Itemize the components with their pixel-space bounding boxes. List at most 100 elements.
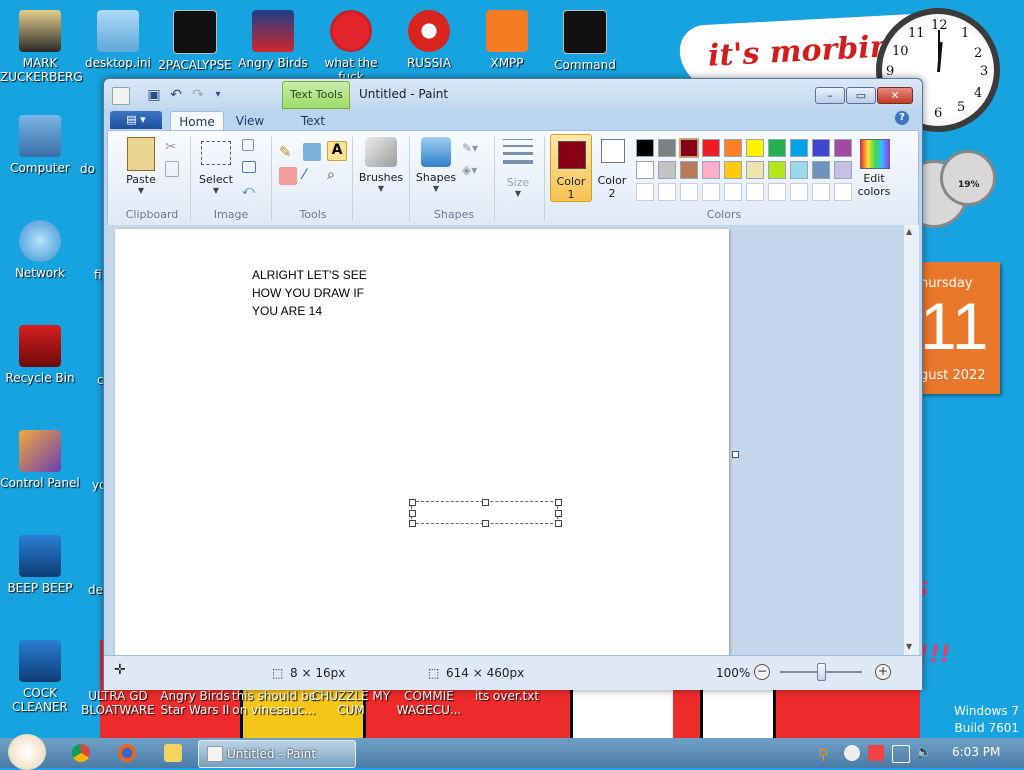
resize-icon[interactable] bbox=[242, 161, 256, 173]
desktop-icon-recycle-bin[interactable]: Recycle Bin bbox=[0, 325, 80, 385]
color1-button[interactable]: Color 1 bbox=[550, 134, 592, 202]
color-swatch[interactable] bbox=[724, 161, 742, 179]
calendar-gadget[interactable]: hursday 11 gust 2022 bbox=[920, 262, 1000, 394]
crop-icon[interactable] bbox=[242, 139, 254, 151]
color-swatch[interactable] bbox=[768, 183, 786, 201]
firefox-icon[interactable] bbox=[118, 744, 136, 762]
zoom-slider-thumb[interactable] bbox=[817, 663, 826, 681]
start-button[interactable] bbox=[8, 734, 46, 770]
magnifier-icon[interactable]: ⌕ bbox=[327, 167, 345, 185]
fill-icon[interactable] bbox=[303, 143, 321, 161]
color-swatch[interactable] bbox=[636, 139, 654, 157]
desktop-icon-partial[interactable]: de bbox=[88, 583, 104, 597]
scroll-down-icon[interactable]: ▼ bbox=[906, 642, 912, 651]
desktop-icon-partial[interactable]: do bbox=[80, 162, 104, 176]
color-swatch[interactable] bbox=[834, 139, 852, 157]
resize-handle[interactable] bbox=[482, 499, 489, 506]
scroll-up-icon[interactable]: ▲ bbox=[906, 227, 912, 236]
color-swatch[interactable] bbox=[636, 161, 654, 179]
taskbar-item-paint[interactable]: Untitled - Paint bbox=[198, 740, 356, 768]
color-swatch[interactable] bbox=[658, 161, 676, 179]
file-menu-button[interactable]: ▤ ▾ bbox=[110, 111, 162, 129]
paint-app-icon[interactable] bbox=[112, 87, 130, 105]
color-swatch[interactable] bbox=[702, 139, 720, 157]
desktop-icon-xmpp[interactable]: XMPP bbox=[467, 10, 547, 70]
redo-icon[interactable]: ↷ bbox=[190, 87, 206, 103]
save-icon[interactable]: ▣ bbox=[146, 87, 162, 103]
color-swatch[interactable] bbox=[790, 139, 808, 157]
shapes-button[interactable]: Shapes ▼ bbox=[414, 137, 458, 193]
color-swatch[interactable] bbox=[768, 139, 786, 157]
color-swatch[interactable] bbox=[658, 183, 676, 201]
color-swatch[interactable] bbox=[834, 183, 852, 201]
customize-qat-icon[interactable]: ▾ bbox=[210, 87, 226, 103]
select-button[interactable]: Select ▼ bbox=[196, 137, 236, 195]
tab-view[interactable]: View bbox=[228, 111, 272, 131]
file-explorer-icon[interactable] bbox=[164, 744, 182, 762]
fill-shape-icon[interactable]: ◈▾ bbox=[462, 163, 480, 181]
resize-handle[interactable] bbox=[409, 520, 416, 527]
color-swatch[interactable] bbox=[812, 161, 830, 179]
undo-icon[interactable]: ↶ bbox=[168, 87, 184, 103]
action-center-icon[interactable] bbox=[868, 745, 884, 761]
color-swatch[interactable] bbox=[724, 139, 742, 157]
copy-icon[interactable] bbox=[165, 161, 179, 177]
desktop-icon-beep-beep[interactable]: BEEP BEEP bbox=[0, 535, 80, 595]
text-input-box[interactable] bbox=[409, 499, 562, 527]
resize-handle[interactable] bbox=[482, 520, 489, 527]
zoom-out-button[interactable]: − bbox=[754, 664, 770, 680]
desktop-icon-ultra-gd-bloatware[interactable]: ULTRA GD BLOATWARE bbox=[78, 689, 158, 717]
color-swatch[interactable] bbox=[658, 139, 676, 157]
paint-window[interactable]: ▣ ↶ ↷ ▾ Text Tools Untitled - Paint – ▭ … bbox=[103, 78, 923, 690]
desktop-icon-command[interactable]: Command bbox=[545, 10, 625, 72]
desktop-icon-cock-cleaner[interactable]: COCK CLEANER bbox=[0, 640, 80, 714]
desktop-icon-russia[interactable]: RUSSIA bbox=[389, 10, 469, 70]
vertical-scrollbar[interactable]: ▲ ▼ bbox=[904, 225, 919, 655]
paste-button[interactable]: Paste ▼ bbox=[120, 137, 162, 195]
text-tool-icon[interactable]: A bbox=[327, 141, 347, 161]
clock-time[interactable]: 6:03 PM bbox=[952, 745, 1000, 759]
desktop-icon-what-the-fuck[interactable]: what the fuck bbox=[311, 10, 391, 84]
tab-text[interactable]: Text bbox=[288, 111, 338, 131]
desktop-icon-2pacalypse[interactable]: 2PACALYPSE bbox=[155, 10, 235, 72]
brushes-button[interactable]: Brushes ▼ bbox=[358, 137, 404, 193]
desktop-icon-computer[interactable]: Computer bbox=[0, 115, 80, 175]
size-button[interactable]: Size ▼ bbox=[500, 137, 536, 198]
color-swatch[interactable] bbox=[636, 183, 654, 201]
color-swatch[interactable] bbox=[680, 161, 698, 179]
resize-handle[interactable] bbox=[555, 499, 562, 506]
eraser-icon[interactable] bbox=[279, 167, 297, 185]
color-swatch[interactable] bbox=[702, 161, 720, 179]
color-swatch[interactable] bbox=[768, 161, 786, 179]
pencil-icon[interactable]: ✎ bbox=[279, 143, 297, 161]
edit-colors-label[interactable]: Edit colors bbox=[852, 172, 896, 198]
desktop-icon-vinesauce[interactable]: this should be on vinesauc... bbox=[231, 689, 317, 717]
color-swatch[interactable] bbox=[834, 161, 852, 179]
color2-swatch[interactable] bbox=[601, 139, 625, 163]
color-picker-icon[interactable]: ⁄ bbox=[303, 167, 321, 185]
desktop-icon-control-panel[interactable]: Control Panel bbox=[0, 430, 80, 490]
maximize-button[interactable]: ▭ bbox=[846, 87, 876, 104]
resize-handle[interactable] bbox=[409, 510, 416, 517]
close-button[interactable]: ✕ bbox=[877, 87, 913, 104]
cut-icon[interactable]: ✂ bbox=[165, 139, 183, 157]
color-swatch[interactable] bbox=[746, 139, 764, 157]
resize-handle[interactable] bbox=[555, 510, 562, 517]
desktop-icon-angry-birds-star-wars-ii[interactable]: Angry Birds Star Wars II bbox=[155, 689, 235, 717]
color-swatch[interactable] bbox=[679, 138, 699, 158]
desktop-icon-angry-birds[interactable]: Angry Birds bbox=[233, 10, 313, 70]
desktop-icon-chuzzle[interactable]: CHUZZLE MY CUM bbox=[311, 689, 391, 717]
search-icon[interactable]: ⚲ bbox=[818, 745, 834, 763]
resize-handle[interactable] bbox=[555, 520, 562, 527]
desktop-icon-desktop-ini[interactable]: desktop.ini bbox=[78, 10, 158, 70]
minimize-button[interactable]: – bbox=[815, 87, 845, 104]
canvas-resize-handle[interactable] bbox=[732, 451, 739, 458]
color-swatch[interactable] bbox=[790, 161, 808, 179]
tray-status-icon[interactable] bbox=[844, 745, 860, 761]
outline-icon[interactable]: ✎▾ bbox=[462, 141, 480, 159]
color-swatch[interactable] bbox=[702, 183, 720, 201]
zoom-in-button[interactable]: + bbox=[875, 664, 891, 680]
resize-handle[interactable] bbox=[409, 499, 416, 506]
color-swatch[interactable] bbox=[812, 139, 830, 157]
chrome-icon[interactable] bbox=[72, 744, 90, 762]
